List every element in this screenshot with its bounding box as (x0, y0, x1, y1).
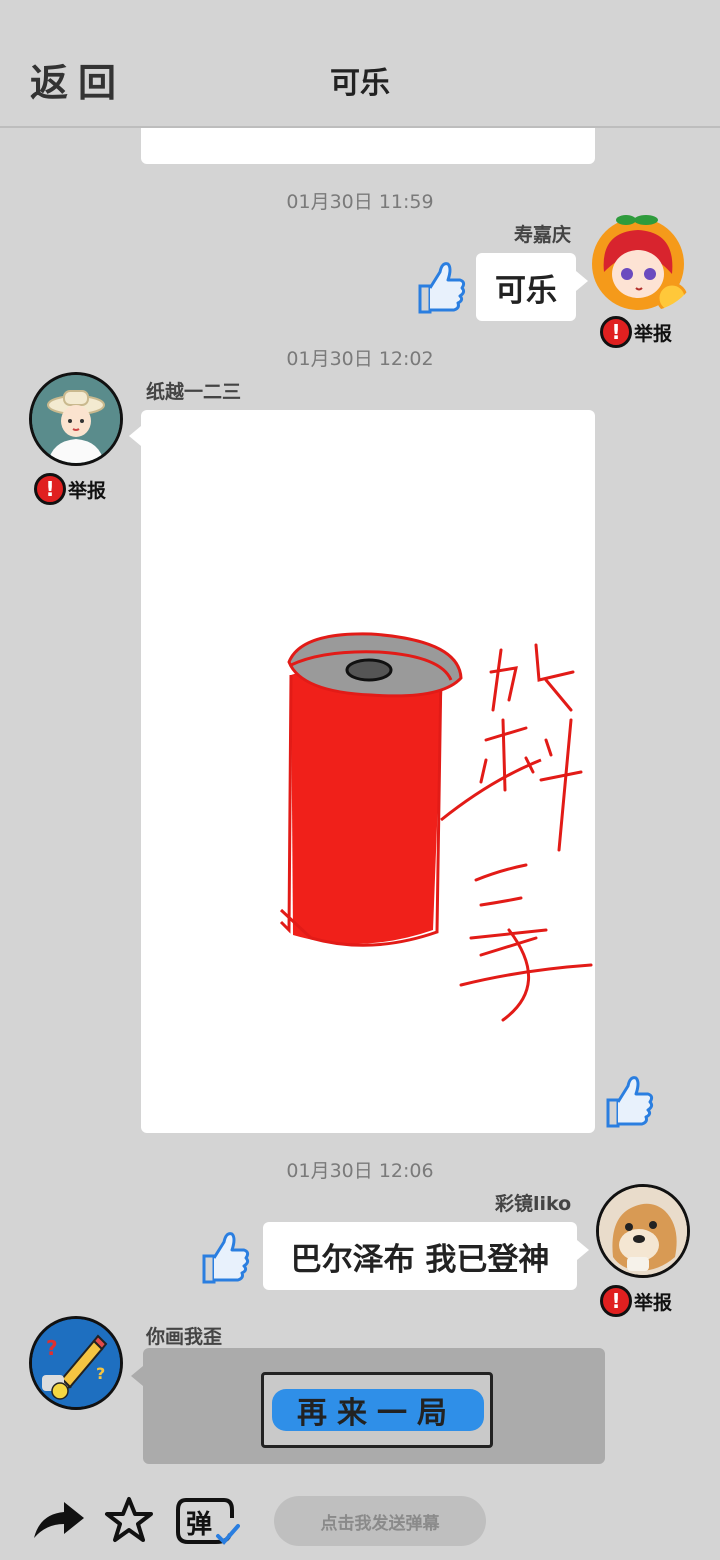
avatar[interactable] (586, 212, 698, 312)
message-bubble: 巴尔泽布 我已登神 (263, 1222, 577, 1290)
exclamation-icon: ! (34, 473, 66, 505)
share-icon[interactable] (30, 1498, 86, 1542)
svg-text:?: ? (46, 1336, 58, 1360)
danmaku-icon-char: 弹 (186, 1510, 213, 1540)
message-timestamp: 01月30日 12:06 (286, 1160, 434, 1182)
thumbs-up-icon[interactable] (198, 1226, 252, 1286)
header: 返回 可乐 (0, 0, 720, 128)
message-timestamp: 01月30日 12:02 (286, 348, 434, 370)
sender-name: 纸越一二三 (146, 381, 242, 403)
drawing-bubble (141, 410, 595, 1133)
play-again-button[interactable]: 再来一局 (261, 1372, 493, 1448)
report-button[interactable]: ! 举报 (600, 1285, 672, 1317)
avatar[interactable] (29, 372, 123, 466)
message-timestamp: 01月30日 11:59 (286, 191, 434, 213)
report-button[interactable]: ! 举报 (34, 473, 106, 505)
avatar[interactable] (596, 1184, 690, 1278)
thumbs-up-icon[interactable] (602, 1070, 656, 1130)
send-danmaku-button[interactable]: 点击我发送弹幕 (274, 1496, 486, 1546)
danmaku-icon[interactable]: 弹 (176, 1496, 240, 1548)
play-again-label: 再来一局 (297, 1396, 457, 1431)
report-label: 举报 (68, 479, 107, 502)
bubble-tail (576, 271, 588, 291)
svg-text:?: ? (96, 1364, 105, 1383)
page-title: 可乐 (330, 66, 390, 101)
thumbs-up-icon[interactable] (414, 256, 468, 316)
bubble-tail (129, 426, 141, 446)
message-bubble: 可乐 (476, 253, 576, 321)
previous-message-bubble (141, 128, 595, 164)
report-label: 举报 (634, 1291, 673, 1314)
report-label: 举报 (634, 322, 673, 345)
avatar[interactable]: ? ? (29, 1316, 123, 1410)
star-icon[interactable] (104, 1496, 154, 1544)
bubble-tail (577, 1240, 589, 1260)
exclamation-icon: ! (600, 1285, 632, 1317)
sender-name: 彩镜liko (495, 1193, 572, 1215)
sender-name: 寿嘉庆 (514, 224, 572, 246)
game-card: 再来一局 (143, 1348, 605, 1464)
sender-name: 你画我歪 (146, 1326, 223, 1348)
drawing-canvas (279, 632, 593, 1022)
bubble-tail (131, 1366, 143, 1386)
